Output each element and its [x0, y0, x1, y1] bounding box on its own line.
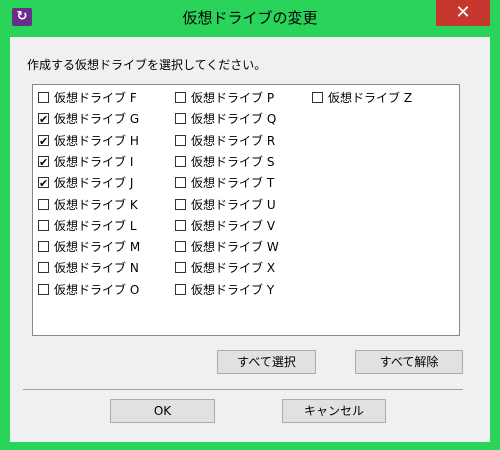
- drive-label: 仮想ドライブ R: [191, 134, 276, 148]
- drive-checkbox[interactable]: [175, 199, 186, 210]
- close-button[interactable]: ✕: [436, 0, 490, 26]
- drive-label: 仮想ドライブ K: [54, 198, 138, 212]
- drive-label: 仮想ドライブ Q: [191, 112, 277, 126]
- drive-label: 仮想ドライブ X: [191, 261, 276, 275]
- drive-label: 仮想ドライブ L: [54, 219, 137, 233]
- drive-label: 仮想ドライブ G: [54, 112, 140, 126]
- drive-checkbox[interactable]: [38, 133, 49, 151]
- drive-checkbox[interactable]: [38, 220, 49, 231]
- select-all-button[interactable]: すべて選択: [217, 350, 316, 374]
- drive-label: 仮想ドライブ O: [54, 283, 140, 297]
- dialog-body: 作成する仮想ドライブを選択してください。 仮想ドライブ F仮想ドライブ G仮想ド…: [10, 37, 490, 442]
- drive-checkbox[interactable]: [38, 175, 49, 193]
- drive-checkbox[interactable]: [175, 262, 186, 273]
- drive-label: 仮想ドライブ N: [54, 261, 139, 275]
- drive-label: 仮想ドライブ Z: [328, 91, 413, 105]
- drive-checkbox[interactable]: [38, 92, 49, 103]
- drive-label: 仮想ドライブ I: [54, 155, 134, 169]
- drive-label: 仮想ドライブ V: [191, 219, 276, 233]
- drive-checkbox[interactable]: [38, 199, 49, 210]
- drive-checkbox[interactable]: [175, 177, 186, 188]
- drive-checkbox[interactable]: [175, 220, 186, 231]
- instruction-text: 作成する仮想ドライブを選択してください。: [27, 58, 267, 72]
- drive-checkbox[interactable]: [175, 113, 186, 124]
- drive-label: 仮想ドライブ F: [54, 91, 137, 105]
- separator: [23, 389, 463, 390]
- window-title: 仮想ドライブの変更: [182, 9, 318, 27]
- drive-checkbox[interactable]: [175, 135, 186, 146]
- drive-checkbox[interactable]: [175, 241, 186, 252]
- drive-checkbox[interactable]: [175, 92, 186, 103]
- drive-checkbox[interactable]: [175, 284, 186, 295]
- drive-label: 仮想ドライブ M: [54, 240, 141, 254]
- drive-label: 仮想ドライブ W: [191, 240, 279, 254]
- drive-checkbox[interactable]: [38, 284, 49, 295]
- drive-label: 仮想ドライブ T: [191, 176, 275, 190]
- drive-checkbox[interactable]: [38, 262, 49, 273]
- drive-checkbox[interactable]: [175, 156, 186, 167]
- drive-label: 仮想ドライブ J: [54, 176, 134, 190]
- deselect-all-button[interactable]: すべて解除: [355, 350, 463, 374]
- drive-checkbox[interactable]: [38, 241, 49, 252]
- drive-label: 仮想ドライブ S: [191, 155, 275, 169]
- cancel-button[interactable]: キャンセル: [282, 399, 386, 423]
- drive-label: 仮想ドライブ U: [191, 198, 276, 212]
- drive-label: 仮想ドライブ P: [191, 91, 275, 105]
- drive-label: 仮想ドライブ H: [54, 134, 139, 148]
- drive-list[interactable]: 仮想ドライブ F 仮想ドライブ G 仮想ドライブ H 仮想ドライブ I 仮想ドライブ J…: [32, 84, 460, 336]
- drive-checkbox[interactable]: [38, 111, 49, 129]
- title-bar[interactable]: ↻ 仮想ドライブの変更 ✕: [0, 0, 500, 35]
- dialog-window: ↻ 仮想ドライブの変更 ✕ 作成する仮想ドライブを選択してください。 仮想ドライ…: [0, 0, 500, 450]
- drive-checkbox[interactable]: [38, 154, 49, 172]
- ok-button[interactable]: OK: [110, 399, 215, 423]
- drive-label: 仮想ドライブ Y: [191, 283, 275, 297]
- drive-checkbox[interactable]: [312, 92, 323, 103]
